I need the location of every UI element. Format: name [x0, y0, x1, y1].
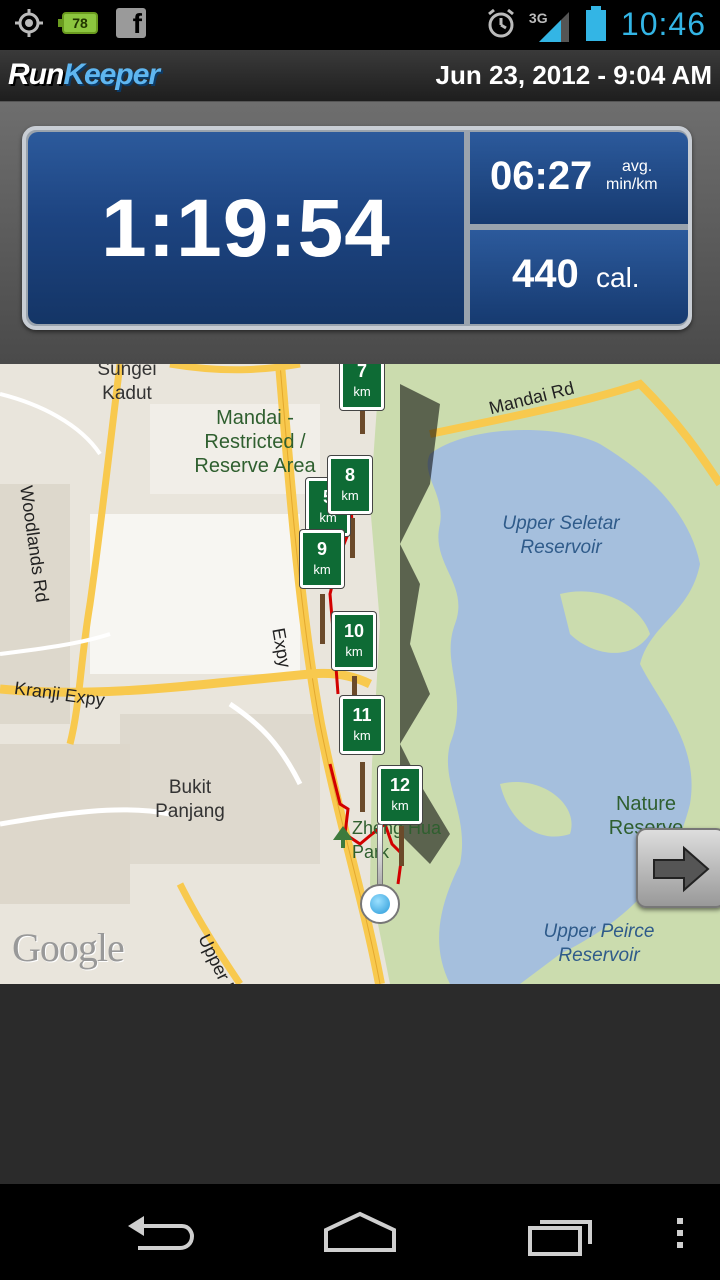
- stats-panel: 1:19:54 06:27 avg. min/km 440 cal.: [0, 102, 720, 364]
- next-button[interactable]: [636, 828, 720, 908]
- duration-panel: 1:19:54: [28, 132, 464, 324]
- menu-icon[interactable]: [660, 1204, 700, 1260]
- pace-unit-top: avg.: [622, 158, 653, 175]
- label-sungei-kadut: Sungei Kadut: [82, 364, 172, 406]
- km-marker-8[interactable]: 8 km: [328, 456, 372, 514]
- label-upper-peirce: Upper Peirce Reservoir: [524, 920, 674, 968]
- stats-frame: 1:19:54 06:27 avg. min/km 440 cal.: [22, 126, 692, 330]
- marker-pole: [399, 826, 404, 866]
- location-pin-stem: [377, 824, 383, 888]
- label-upper-seletar-2: Reservoir: [520, 537, 602, 558]
- km-marker-10[interactable]: 10 km: [332, 612, 376, 670]
- label-upper-peirce-2: Reservoir: [558, 945, 640, 966]
- status-right: 3G 10:46: [485, 4, 706, 44]
- km-marker-unit: km: [391, 798, 409, 813]
- home-icon[interactable]: [320, 1204, 400, 1260]
- km-marker-unit: km: [341, 488, 359, 503]
- label-mandai-1: Mandai -: [216, 407, 294, 429]
- km-marker-number: 11: [352, 705, 372, 725]
- km-marker-number: 7: [356, 364, 367, 381]
- facebook-icon: f: [116, 8, 146, 38]
- km-marker-unit: km: [345, 644, 363, 659]
- km-marker-7[interactable]: 7 km: [340, 364, 384, 410]
- km-marker-12[interactable]: 12 km: [378, 766, 422, 824]
- pace-value: 06:27: [490, 154, 593, 198]
- km-marker-unit: km: [313, 562, 331, 577]
- label-sungei: Sungei: [97, 364, 157, 380]
- recent-apps-icon[interactable]: [522, 1204, 602, 1260]
- pace-unit-bottom: min/km: [606, 176, 658, 193]
- app-header: RunKeeper Jun 23, 2012 - 9:04 AM: [0, 50, 720, 102]
- runkeeper-logo: RunKeeper: [8, 58, 160, 92]
- pace-panel: 06:27 avg. min/km: [470, 132, 688, 224]
- status-bar: 78 f 3G 10:46: [0, 0, 720, 50]
- battery-icon: [585, 6, 606, 41]
- battery-level-icon: 78: [58, 12, 98, 34]
- km-marker-number: 10: [343, 621, 365, 641]
- park-tree-icon: [333, 826, 353, 848]
- km-marker-number: 12: [389, 775, 411, 795]
- route-map[interactable]: Sungei Kadut Mandai - Restricted / Reser…: [0, 364, 720, 984]
- calories-panel: 440 cal.: [470, 230, 688, 324]
- logo-run: Run: [8, 58, 64, 91]
- gps-icon: [15, 9, 43, 37]
- status-left: 78 f: [14, 8, 146, 38]
- label-mandai-2: Restricted /: [204, 431, 306, 453]
- current-location-icon[interactable]: [360, 884, 400, 924]
- marker-pole: [350, 518, 355, 558]
- label-mandai: Mandai - Restricted / Reserve Area: [180, 406, 330, 478]
- calories-value: 440: [512, 252, 579, 296]
- km-marker-unit: km: [353, 728, 371, 743]
- calories-unit: cal.: [596, 262, 640, 293]
- clock: 10:46: [620, 5, 706, 42]
- marker-pole: [360, 762, 365, 812]
- km-marker-unit: km: [353, 384, 371, 399]
- label-nature: Nature: [615, 793, 677, 815]
- label-bukit: Bukit: [168, 777, 212, 798]
- duration-value: 1:19:54: [101, 183, 391, 274]
- label-upper-peirce-1: Upper Peirce: [543, 921, 655, 942]
- km-marker-9[interactable]: 9 km: [300, 530, 344, 588]
- google-logo: Google: [12, 925, 125, 970]
- activity-date: Jun 23, 2012 - 9:04 AM: [435, 60, 713, 90]
- signal-3g-icon: 3G: [529, 4, 571, 44]
- km-marker-number: 8: [344, 465, 355, 485]
- label-upper-seletar: Upper Seletar Reservoir: [486, 512, 636, 560]
- label-mandai-3: Reserve Area: [194, 455, 316, 477]
- label-upper-seletar-1: Upper Seletar: [502, 513, 620, 534]
- logo-keeper: Keeper: [63, 58, 160, 91]
- km-marker-number: 9: [316, 539, 327, 559]
- back-icon[interactable]: [120, 1204, 200, 1260]
- label-bukit-panjang: Bukit Panjang: [150, 776, 230, 824]
- system-nav-bar: [0, 1184, 720, 1280]
- alarm-icon: [487, 8, 514, 38]
- content-empty-area: [0, 984, 720, 1184]
- label-kadut: Kadut: [102, 383, 152, 404]
- km-marker-11[interactable]: 11 km: [340, 696, 384, 754]
- marker-pole: [320, 594, 325, 644]
- label-panjang: Panjang: [155, 801, 225, 822]
- arrow-right-icon: [653, 845, 710, 893]
